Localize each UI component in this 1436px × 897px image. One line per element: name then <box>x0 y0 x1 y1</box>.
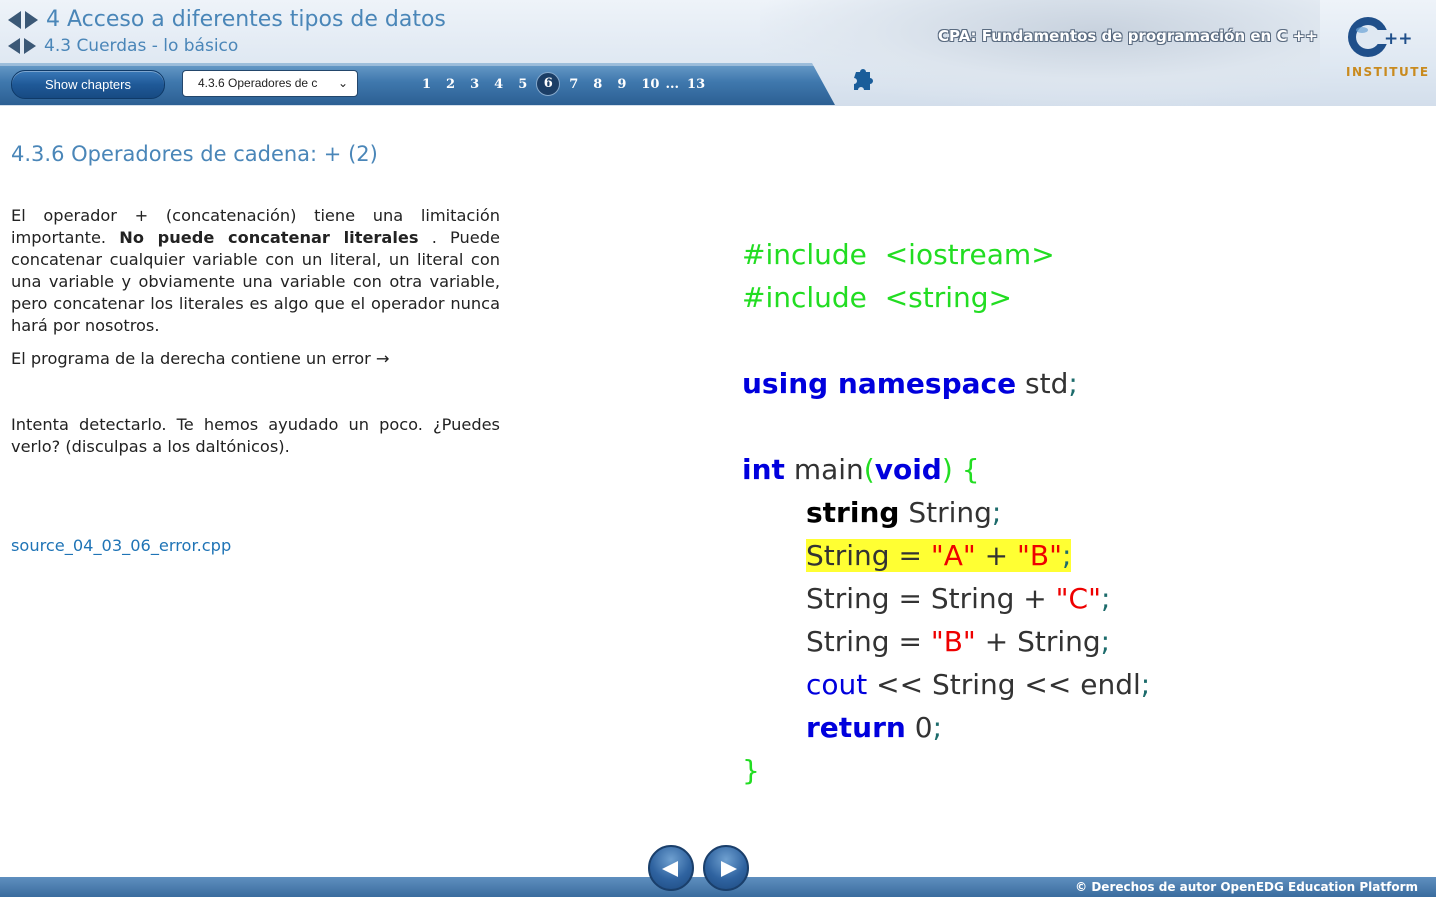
code-number: 0 <box>905 711 933 744</box>
next-section-arrow-icon[interactable] <box>24 38 36 54</box>
code-identifier: cout <box>806 668 868 701</box>
next-chapter-arrow-icon[interactable] <box>25 10 38 29</box>
paragraph-error-note: El programa de la derecha contiene un er… <box>11 349 390 368</box>
code-semicolon: ; <box>932 711 943 744</box>
code-keyword: int <box>742 453 785 486</box>
code-identifier: std <box>1016 367 1069 400</box>
page-link[interactable]: 10 <box>641 77 659 92</box>
section-title: 4.3 Cuerdas - lo básico <box>44 36 239 56</box>
code-line: String = "B" + String; <box>742 620 1150 663</box>
page-select[interactable]: 4.3.6 Operadores de c ⌄ <box>182 70 358 97</box>
code-line: cout << String << endl; <box>742 663 1150 706</box>
paragraph-intro: El operador + (concatenación) tiene una … <box>11 205 500 337</box>
code-line: using namespace std; <box>742 362 1150 405</box>
code-identifier: String <box>930 582 1015 615</box>
code-semicolon: ; <box>1068 367 1078 400</box>
next-page-button[interactable] <box>703 845 749 891</box>
code-identifier: String <box>806 625 890 658</box>
code-operator: + <box>975 625 1018 658</box>
paragraph-hint: Intenta detectarlo. Te hemos ayudado un … <box>11 415 500 456</box>
course-title: CPA: Fundamentos de programación en C ++ <box>938 27 1318 45</box>
code-semicolon: ; <box>991 496 1002 529</box>
svg-text:++: ++ <box>1384 29 1413 49</box>
code-line: #include <string> <box>742 276 1150 319</box>
code-keyword: void <box>874 453 942 486</box>
paragraph-bold: No puede concatenar literales <box>119 228 419 247</box>
prev-section-arrow-icon[interactable] <box>8 38 20 54</box>
prev-page-button[interactable] <box>648 845 694 891</box>
code-line: #include <iostream> <box>742 233 1150 276</box>
code-line-error: String = "A" + "B"; <box>742 534 1150 577</box>
logo-text: INSTITUTE <box>1346 65 1430 79</box>
code-keyword: return <box>806 711 906 744</box>
source-file-link[interactable]: source_04_03_06_error.cpp <box>11 536 231 555</box>
code-semicolon: ; <box>1100 625 1111 658</box>
code-identifier: String <box>1017 625 1101 658</box>
code-line: string String; <box>742 491 1150 534</box>
code-semicolon: ; <box>1140 668 1151 701</box>
code-semicolon: ; <box>1100 582 1111 615</box>
page-link[interactable]: 4 <box>494 77 503 92</box>
code-operator: = <box>889 539 931 572</box>
page-link[interactable]: 13 <box>687 77 705 92</box>
page-link[interactable]: 7 <box>569 77 578 92</box>
show-chapters-button[interactable]: Show chapters <box>11 70 165 99</box>
page-pagination: 1 2 3 4 5 6 7 8 9 10 ... 13 <box>422 72 720 96</box>
code-literal: "B" <box>930 625 976 658</box>
header-background-photo <box>760 0 1320 106</box>
page-link[interactable]: 9 <box>617 77 626 92</box>
code-line: String = String + "C"; <box>742 577 1150 620</box>
code-operator: = <box>889 582 931 615</box>
page-ellipsis: ... <box>665 76 680 92</box>
chapter-title: 4 Acceso a diferentes tipos de datos <box>46 7 446 32</box>
code-identifier: main <box>784 453 864 486</box>
page-link[interactable]: 1 <box>422 77 431 92</box>
page-link[interactable]: 3 <box>470 77 479 92</box>
code-literal: "C" <box>1055 582 1101 615</box>
code-operator: + <box>975 539 1018 572</box>
page-link[interactable]: 2 <box>446 77 455 92</box>
code-semicolon: ; <box>1061 539 1072 572</box>
toolbar-shine <box>0 63 814 66</box>
prev-icon <box>662 861 678 877</box>
code-listing: #include <iostream> #include <string> us… <box>742 233 1150 792</box>
code-error-highlight: String = "A" + "B"; <box>806 539 1072 572</box>
code-literal: "B" <box>1017 539 1062 572</box>
code-expression: << String << endl <box>867 668 1141 701</box>
code-keyword: using namespace <box>742 367 1017 400</box>
prev-chapter-arrow-icon[interactable] <box>8 10 21 29</box>
code-paren: ) <box>941 453 953 486</box>
code-brace: } <box>742 754 760 787</box>
chapter-nav: 4 Acceso a diferentes tipos de datos <box>8 7 446 32</box>
code-operator: + <box>1014 582 1056 615</box>
page-select-value: 4.3.6 Operadores de c <box>198 76 318 90</box>
page-link[interactable]: 8 <box>593 77 602 92</box>
code-literal: "A" <box>930 539 976 572</box>
code-identifier: String <box>806 539 890 572</box>
page-link-active[interactable]: 6 <box>536 72 561 96</box>
code-identifier: String <box>806 582 890 615</box>
chevron-down-icon: ⌄ <box>337 76 348 90</box>
next-icon <box>721 861 737 877</box>
page-title: 4.3.6 Operadores de cadena: + (2) <box>11 142 378 166</box>
code-brace: { <box>952 453 980 486</box>
section-nav: 4.3 Cuerdas - lo básico <box>8 36 238 56</box>
code-type: string <box>806 496 900 529</box>
code-operator: = <box>889 625 931 658</box>
code-paren: ( <box>863 453 875 486</box>
code-line: } <box>742 749 1150 792</box>
code-line: return 0; <box>742 706 1150 749</box>
page-link[interactable]: 5 <box>518 77 527 92</box>
copyright-text: © Derechos de autor OpenEDG Education Pl… <box>1075 880 1418 894</box>
code-include: #include <iostream> <box>742 238 1055 271</box>
puzzle-icon[interactable] <box>847 68 875 96</box>
code-include: #include <string> <box>742 281 1013 314</box>
code-identifier: String <box>908 496 992 529</box>
code-line: int main(void) { <box>742 448 1150 491</box>
